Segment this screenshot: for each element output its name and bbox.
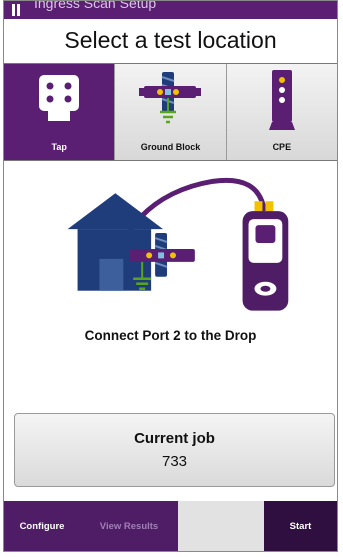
configure-button[interactable]: Configure <box>4 501 80 551</box>
bottom-bar-spacer <box>178 501 264 551</box>
app-menu-icon[interactable] <box>12 4 20 16</box>
current-job-button[interactable]: Current job 733 <box>14 413 335 487</box>
test-meter-icon <box>242 201 289 311</box>
current-job-title: Current job <box>134 430 215 447</box>
connection-illustration <box>67 177 289 311</box>
tab-ground-block[interactable]: Ground Block <box>115 64 227 160</box>
start-button[interactable]: Start <box>264 501 337 551</box>
window-title: Ingress Scan Setup <box>34 0 157 11</box>
connection-instruction: Connect Port 2 to the Drop <box>84 328 257 343</box>
tab-tap-label: Tap <box>51 142 67 152</box>
current-job-value: 733 <box>161 453 188 470</box>
cpe-device-icon <box>268 70 295 130</box>
app-window: Ingress Scan Setup Select a test locatio… <box>3 0 338 552</box>
tab-ground-block-label: Ground Block <box>140 142 201 152</box>
location-tabs: Tap Ground Block CPE <box>4 63 337 161</box>
page-title: Select a test location <box>64 27 277 53</box>
tab-cpe-label: CPE <box>272 142 292 152</box>
tab-cpe[interactable]: CPE <box>226 64 337 160</box>
tab-tap[interactable]: Tap <box>4 64 116 160</box>
tap-faceplate-icon <box>39 75 80 121</box>
title-bar: Ingress Scan Setup <box>4 1 337 19</box>
bottom-action-bar: Configure View Results Start <box>4 501 337 551</box>
view-results-button[interactable]: View Results <box>80 501 178 551</box>
ground-block-icon <box>139 72 202 124</box>
